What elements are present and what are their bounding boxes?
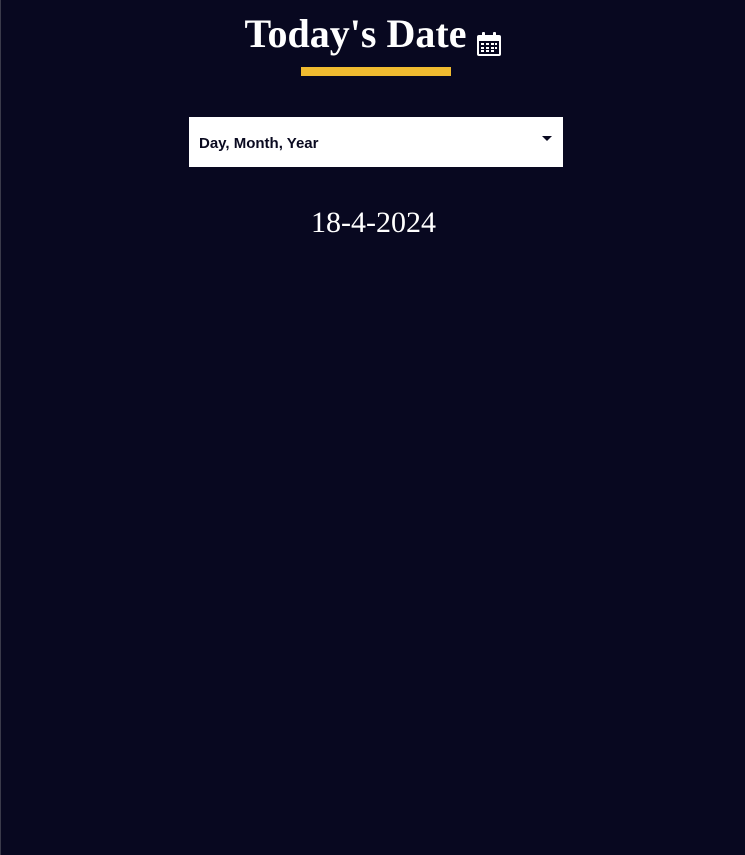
chevron-down-icon: [542, 136, 552, 141]
page-title-text: Today's Date: [244, 11, 467, 56]
date-format-select[interactable]: Day, Month, Year: [189, 117, 563, 167]
calendar-icon: [476, 22, 502, 56]
header: Today's Date: [1, 12, 745, 56]
date-format-selected: Day, Month, Year: [199, 134, 319, 152]
date-display: 18-4-2024: [311, 206, 436, 239]
title-underline: [301, 67, 451, 76]
page-title: Today's Date: [245, 12, 503, 56]
